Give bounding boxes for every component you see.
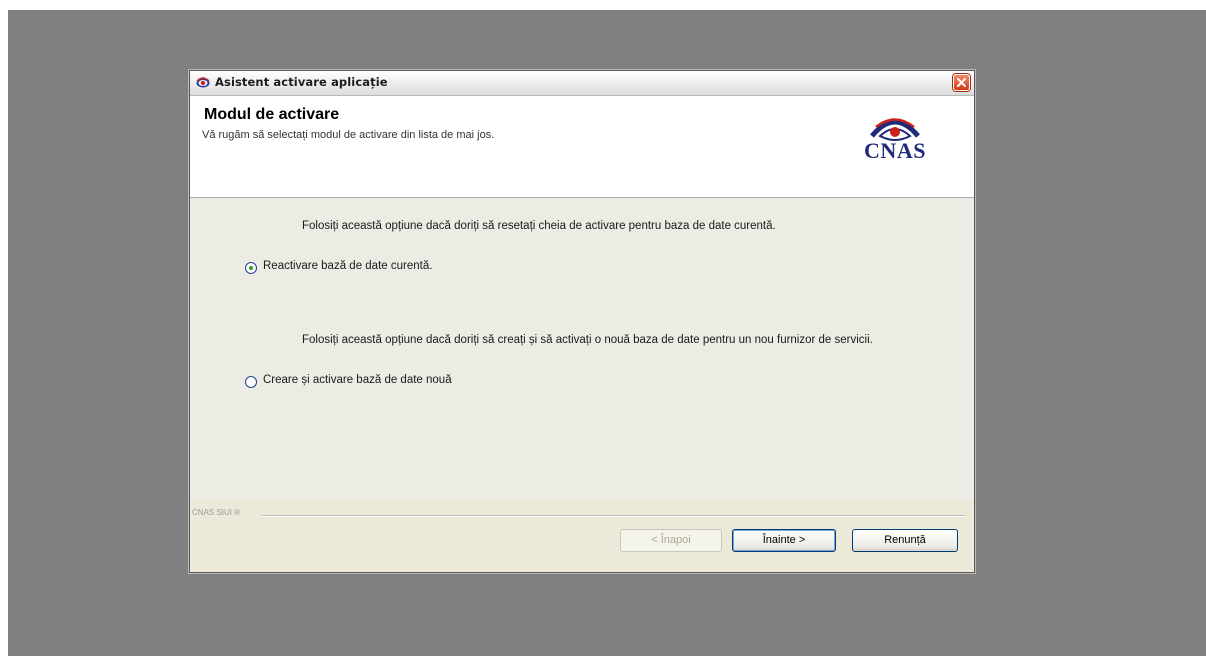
close-button[interactable] (953, 74, 970, 91)
title-bar[interactable]: Asistent activare aplicație (190, 71, 974, 96)
wizard-header: Modul de activare Vă rugăm să selectați … (190, 96, 974, 198)
window-title: Asistent activare aplicație (215, 75, 388, 89)
page-subtitle: Vă rugăm să selectați modul de activare … (202, 129, 495, 141)
option-reactivate-description: Folosiți această opțiune dacă doriți să … (302, 220, 776, 232)
footer-separator: CNAS SIUI ® (190, 508, 974, 522)
cancel-button[interactable]: Renunță (852, 529, 958, 552)
separator-line (262, 515, 966, 517)
radio-create-new[interactable] (245, 376, 257, 388)
logo-text: CNAS (864, 138, 926, 163)
back-button[interactable]: < Înapoi (620, 529, 722, 552)
close-icon (957, 78, 966, 87)
next-button[interactable]: Înainte > (732, 529, 836, 552)
app-eye-icon (196, 77, 210, 88)
cnas-logo: CNAS (840, 106, 950, 166)
page-title: Modul de activare (204, 106, 340, 123)
option-create-new-description: Folosiți această opțiune dacă doriți să … (302, 334, 873, 346)
option-create-new-label[interactable]: Creare și activare bază de date nouă (263, 374, 452, 386)
wizard-body: Reactivare bază de date curentă. Folosiț… (190, 198, 974, 500)
radio-reactivate[interactable] (245, 262, 257, 274)
option-reactivate-label[interactable]: Reactivare bază de date curentă. (263, 260, 432, 272)
brand-label: CNAS SIUI ® (192, 508, 241, 517)
activation-wizard-dialog: Asistent activare aplicație Modul de act… (189, 70, 975, 573)
